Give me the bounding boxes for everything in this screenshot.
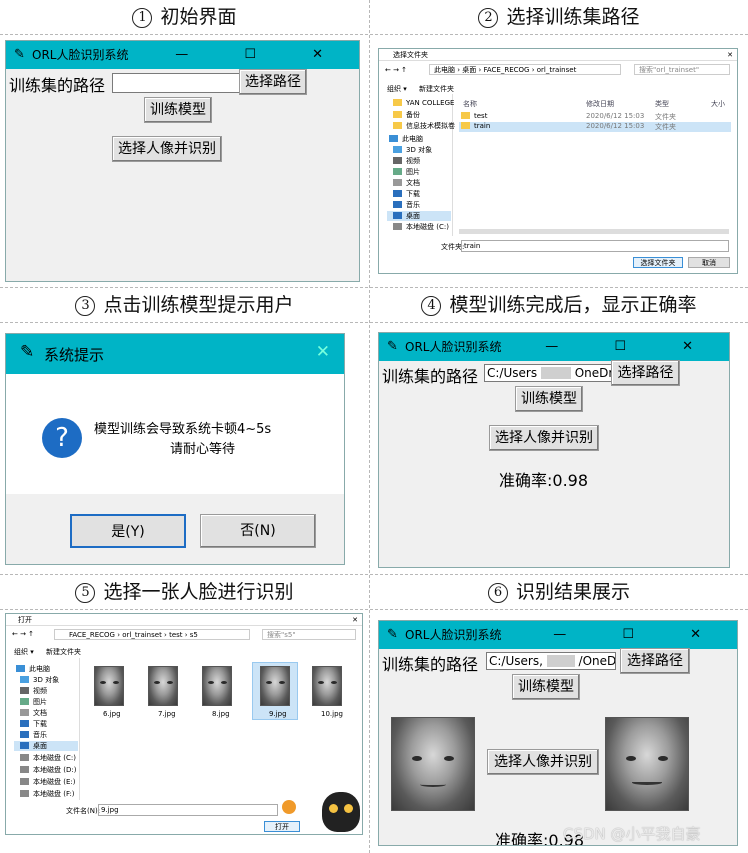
file-label: 8.jpg [212,710,230,718]
watermark: CSDN @小平我自豪 [563,825,701,843]
filename-field[interactable]: 9.jpg [98,804,278,816]
feather-icon: ✎ [387,339,398,354]
recognize-button[interactable]: 选择人像并识别 [487,749,599,775]
caption-3: 3 点击训练模型提示用户 [0,288,369,322]
panel-open-dialog: 打开 ✕ ← → ↑ FACE_RECOG › orl_trainset › te… [5,613,363,835]
matched-face-image [605,717,689,811]
horizontal-scrollbar[interactable] [459,229,729,234]
feather-icon: ✎ [387,627,398,642]
redacted-block [540,367,571,379]
choose-path-button[interactable]: 选择路径 [611,360,680,386]
cat-sticker-icon [322,792,360,832]
face-thumbnail[interactable] [94,666,124,706]
list-item[interactable]: test 2020/6/12 15:03 文件夹 [461,112,731,122]
path-input[interactable]: C:/Users OneDriv [484,364,612,382]
list-item-selected[interactable]: train 2020/6/12 15:03 文件夹 [459,122,731,132]
window-titlebar: ✎ ORL人脸识别系统 — ☐ ✕ [379,333,729,361]
nav-arrows[interactable]: ← → ↑ [12,630,34,638]
grid-divider [0,34,748,35]
dialog-titlebar: 选择文件夹 ✕ [379,49,737,61]
col-size[interactable]: 大小 [711,99,725,109]
recognize-button[interactable]: 选择人像并识别 [489,425,599,451]
panel-initial: ✎ ORL人脸识别系统 — ☐ ✕ 训练集的路径 选择路径 训练模型 选择人像并… [5,40,360,282]
path-label: 训练集的路径 [9,76,106,95]
path-label: 训练集的路径 [382,367,479,386]
grid-divider [0,322,748,323]
folder-field[interactable]: train [461,240,729,252]
dialog-titlebar: 打开 ✕ [6,614,362,626]
close-icon[interactable]: ✕ [727,49,733,61]
new-folder-button[interactable]: 新建文件夹 [419,84,454,94]
face-thumbnail[interactable] [312,666,342,706]
choose-path-button[interactable]: 选择路径 [239,69,307,95]
breadcrumb[interactable]: FACE_RECOG › orl_trainset › test › s5 [54,629,250,640]
recognize-button[interactable]: 选择人像并识别 [112,136,222,162]
grid-divider [0,609,748,610]
feather-icon: ✎ [20,342,35,362]
close-icon[interactable]: ✕ [316,342,330,362]
breadcrumb[interactable]: 此电脑 › 桌面 › FACE_RECOG › orl_trainset [429,64,621,75]
yes-button[interactable]: 是(Y) [70,514,186,548]
window-titlebar: ✎ ORL人脸识别系统 — ☐ ✕ [379,621,737,649]
msg-line-1: 模型训练会导致系统卡顿4~5s [94,422,272,437]
caption-1: 1 初始界面 [0,0,369,34]
col-type[interactable]: 类型 [655,99,669,109]
window-controls[interactable]: — ☐ ✕ [553,621,727,649]
folder-tree[interactable]: YAN COLLEGE 备份 信息技术模拟卷 此电脑 3D 对象 视频 图片 文… [379,94,455,236]
train-button[interactable]: 训练模型 [515,386,583,412]
face-thumbnail-selected[interactable] [260,666,290,706]
caption-5: 5 选择一张人脸进行识别 [0,575,369,609]
folder-tree[interactable]: 此电脑 3D 对象 视频 图片 文档 下载 音乐 桌面 本地磁盘 (C:) 本地… [6,658,80,800]
input-face-image [391,717,475,811]
file-label: 6.jpg [103,710,121,718]
panel-trained: ✎ ORL人脸识别系统 — ☐ ✕ 训练集的路径 C:/Users OneDri… [378,332,730,568]
window-controls[interactable]: — ☐ ✕ [545,333,719,361]
face-thumbnail[interactable] [202,666,232,706]
redacted-block [546,655,575,667]
panel-folder-dialog: 选择文件夹 ✕ ← → ↑ 此电脑 › 桌面 › FACE_RECOG › orl… [378,48,738,274]
path-input[interactable] [112,73,240,93]
path-input[interactable]: C:/Users, /OneDriv [486,652,616,670]
nav-arrows[interactable]: ← → ↑ [385,66,407,74]
feather-icon: ✎ [14,47,25,62]
no-button[interactable]: 否(N) [200,514,316,548]
caption-6: 6 识别结果展示 [370,575,748,609]
question-icon: ? [42,418,82,458]
accuracy-label: 准确率:0.98 [499,471,589,490]
open-button[interactable]: 打开 [264,821,300,832]
path-label: 训练集的路径 [382,655,479,674]
window-controls[interactable]: — ☐ ✕ [175,41,349,69]
panel-result: ✎ ORL人脸识别系统 — ☐ ✕ 训练集的路径 C:/Users, /OneD… [378,620,738,846]
search-input[interactable]: 搜索"s5" [262,629,356,640]
filename-label: 文件名(N): [66,807,101,815]
msgbox-titlebar: ✎ 系统提示 ✕ [6,334,344,374]
col-name[interactable]: 名称 [463,99,477,109]
face-thumbnail[interactable] [148,666,178,706]
new-folder-button[interactable]: 新建文件夹 [46,647,81,657]
col-date[interactable]: 修改日期 [586,99,614,109]
grid-divider-vertical [369,0,370,853]
file-label: 7.jpg [158,710,176,718]
window-titlebar: ✎ ORL人脸识别系统 — ☐ ✕ [6,41,359,69]
file-label: 10.jpg [321,710,343,718]
sticker-decoration [282,800,296,814]
choose-path-button[interactable]: 选择路径 [620,648,690,674]
select-folder-button[interactable]: 选择文件夹 [633,257,683,268]
caption-2: 2 选择训练集路径 [370,0,748,34]
msg-line-2: 请耐心等待 [170,442,236,457]
cancel-button[interactable]: 取消 [688,257,730,268]
train-button[interactable]: 训练模型 [512,674,580,700]
close-icon[interactable]: ✕ [352,614,358,626]
train-button[interactable]: 训练模型 [144,97,212,123]
panel-msgbox: ✎ 系统提示 ✕ ? 模型训练会导致系统卡顿4~5s 请耐心等待 是(Y) 否(… [5,333,345,565]
search-input[interactable]: 搜索"orl_trainset" [634,64,730,75]
caption-4: 4 模型训练完成后，显示正确率 [370,288,748,322]
organize-menu[interactable]: 组织 ▾ [387,84,407,94]
file-label: 9.jpg [269,710,287,718]
organize-menu[interactable]: 组织 ▾ [14,647,34,657]
